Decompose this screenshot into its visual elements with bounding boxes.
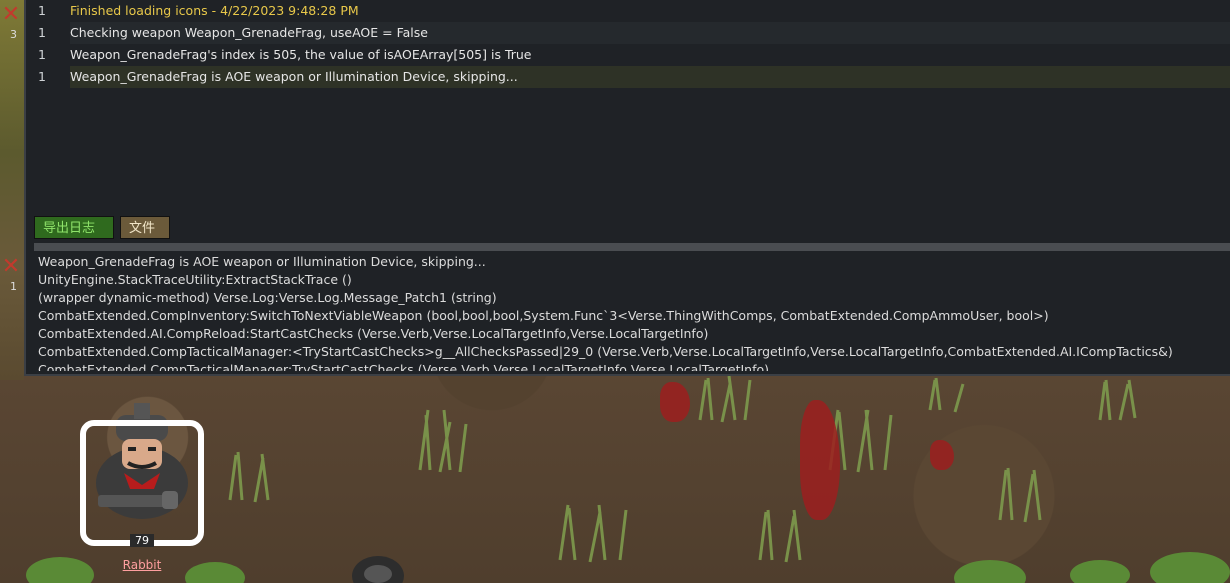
stack-trace-line: CombatExtended.CompTacticalManager:<TryS… — [38, 344, 1173, 359]
pawn-selection-frame — [80, 420, 204, 546]
map-edge — [0, 0, 24, 380]
stack-trace-line: Weapon_GrenadeFrag is AOE weapon or Illu… — [38, 254, 486, 269]
pawn-health-number: 79 — [130, 534, 154, 547]
log-row-count: 1 — [38, 25, 46, 40]
side-badge-bottom: 1 — [10, 280, 17, 293]
stack-trace-line: CombatExtended.AI.CompReload:StartCastCh… — [38, 326, 709, 341]
log-row-count: 1 — [38, 69, 46, 84]
log-row-message: Checking weapon Weapon_GrenadeFrag, useA… — [70, 22, 1230, 44]
blood-splatter — [660, 382, 690, 422]
log-row-message: Weapon_GrenadeFrag is AOE weapon or Illu… — [70, 66, 1230, 88]
debug-log-window: 1 Finished loading icons - 4/22/2023 9:4… — [24, 0, 1230, 376]
log-row-count: 1 — [38, 3, 46, 18]
splitter-handle[interactable] — [34, 243, 1230, 251]
stack-trace-line: CombatExtended.CompTacticalManager:TrySt… — [38, 362, 770, 371]
log-row-message: Finished loading icons - 4/22/2023 9:48:… — [70, 3, 359, 18]
log-row-count: 1 — [38, 47, 46, 62]
log-row-selected[interactable]: 1 Weapon_GrenadeFrag is AOE weapon or Il… — [26, 66, 1230, 88]
export-log-button[interactable]: 导出日志 — [34, 216, 114, 239]
log-row[interactable]: 1 Finished loading icons - 4/22/2023 9:4… — [26, 0, 1230, 22]
stack-trace-line: CombatExtended.CompInventory:SwitchToNex… — [38, 308, 1049, 323]
stack-trace-line: (wrapper dynamic-method) Verse.Log:Verse… — [38, 290, 497, 305]
log-row[interactable]: 1 Weapon_GrenadeFrag's index is 505, the… — [26, 44, 1230, 66]
close-x-icon[interactable]: ✕ — [0, 4, 22, 26]
close-x-icon[interactable]: ✕ — [0, 256, 22, 278]
file-button[interactable]: 文件 — [120, 216, 170, 239]
log-row-message: Weapon_GrenadeFrag's index is 505, the v… — [70, 47, 532, 62]
stack-trace-panel[interactable]: Weapon_GrenadeFrag is AOE weapon or Illu… — [38, 253, 1230, 371]
log-row[interactable]: 1 Checking weapon Weapon_GrenadeFrag, us… — [26, 22, 1230, 44]
log-message-list[interactable]: 1 Finished loading icons - 4/22/2023 9:4… — [26, 0, 1230, 214]
stack-trace-line: UnityEngine.StackTraceUtility:ExtractSta… — [38, 272, 352, 287]
blood-splatter — [930, 440, 954, 470]
side-badge-top: 3 — [10, 28, 17, 41]
pawn-name-label[interactable]: Rabbit — [110, 558, 174, 572]
turret-object[interactable] — [348, 548, 408, 583]
